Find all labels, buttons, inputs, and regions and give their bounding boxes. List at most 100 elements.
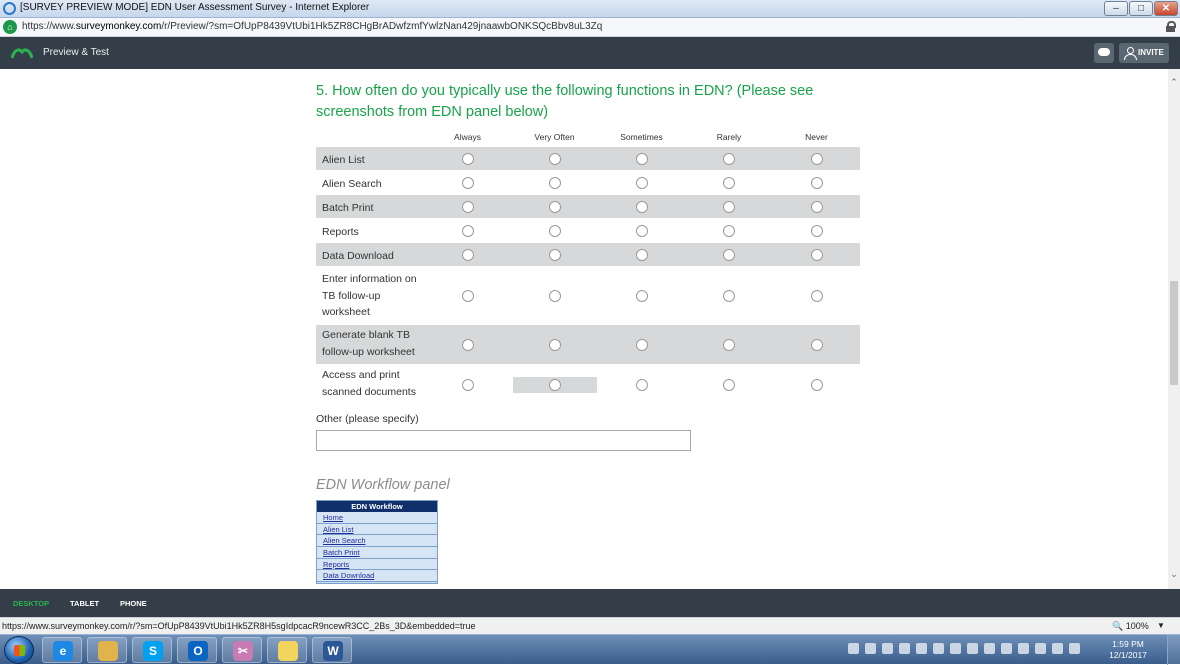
radio-always[interactable] [461, 176, 474, 189]
radio-rarely[interactable] [723, 152, 735, 165]
close-button[interactable]: ✕ [1154, 1, 1178, 16]
radio-very-often[interactable] [548, 200, 561, 213]
address-url[interactable]: https://www.surveymonkey.com/r/Preview/?… [22, 21, 602, 32]
flag-icon[interactable] [950, 643, 961, 654]
matrix-row: Batch Print [316, 195, 860, 218]
radio-very-often[interactable] [548, 224, 561, 237]
taskbar-skype-button[interactable]: S [132, 637, 172, 663]
radio-always[interactable] [461, 224, 474, 237]
radio-sometimes[interactable] [635, 200, 648, 213]
matrix-row-label: Generate blank TB follow-up worksheet [322, 329, 415, 358]
radio-rarely[interactable] [723, 378, 735, 391]
clock-time: 1:59 PM [1112, 639, 1144, 649]
taskbar-outlook-button[interactable]: O [177, 637, 217, 663]
display-icon[interactable] [967, 643, 978, 654]
radio-rarely[interactable] [723, 289, 735, 302]
radio-never[interactable] [810, 200, 823, 213]
matrix-column-headers: Always Very Often Sometimes Rarely Never [424, 132, 860, 144]
scrollbar-thumb[interactable] [1170, 281, 1178, 385]
radio-always[interactable] [461, 200, 474, 213]
radio-sometimes[interactable] [635, 338, 648, 351]
volume-icon[interactable] [899, 643, 910, 654]
column-header-never: Never [805, 132, 828, 142]
device-tab-phone[interactable]: PHONE [120, 599, 147, 608]
radio-never[interactable] [810, 152, 823, 165]
radio-very-often[interactable] [548, 248, 561, 261]
scroll-down-icon[interactable]: ⌄ [1170, 569, 1178, 579]
radio-sometimes[interactable] [635, 152, 648, 165]
radio-very-often[interactable] [548, 289, 561, 302]
radio-always[interactable] [461, 378, 474, 391]
lock-tray-icon[interactable] [1018, 643, 1029, 654]
radio-very-often[interactable] [548, 338, 561, 351]
power-icon[interactable] [1052, 643, 1063, 654]
taskbar-sticky-notes-button[interactable] [267, 637, 307, 663]
workflow-panel-header: EDN Workflow [317, 501, 437, 512]
radio-sometimes[interactable] [635, 289, 648, 302]
radio-always[interactable] [461, 248, 474, 261]
radio-always[interactable] [461, 338, 474, 351]
radio-never[interactable] [810, 289, 823, 302]
matrix-row-label: Alien Search [322, 178, 382, 190]
bluetooth-icon[interactable] [933, 643, 944, 654]
monitor-icon[interactable] [1001, 643, 1012, 654]
radio-always[interactable] [461, 152, 474, 165]
radio-very-often[interactable] [548, 378, 561, 391]
scroll-up-icon[interactable]: ⌃ [1170, 77, 1178, 87]
taskbar-internet-explorer-button[interactable]: e [42, 637, 82, 663]
radio-very-often[interactable] [548, 176, 561, 189]
matrix-row: Alien Search [316, 171, 860, 194]
antivirus-icon[interactable] [848, 643, 859, 654]
internet-explorer-icon: e [53, 641, 73, 661]
taskbar-snipping-tool-button[interactable]: ✂ [222, 637, 262, 663]
matrix-row: Generate blank TB follow-up worksheet [316, 325, 860, 364]
radio-sometimes[interactable] [635, 378, 648, 391]
signal-icon[interactable] [1069, 643, 1080, 654]
radio-never[interactable] [810, 224, 823, 237]
taskbar-clock[interactable]: 1:59 PM 12/1/2017 [1104, 639, 1152, 661]
radio-rarely[interactable] [723, 200, 735, 213]
matrix-row: Alien List [316, 147, 860, 170]
start-button[interactable] [4, 636, 34, 664]
address-bar[interactable]: ⌂ https://www.surveymonkey.com/r/Preview… [0, 18, 1180, 37]
radio-never[interactable] [810, 248, 823, 261]
radio-very-often[interactable] [548, 152, 561, 165]
taskbar-file-explorer-button[interactable] [87, 637, 127, 663]
invite-button[interactable]: INVITE [1119, 43, 1169, 63]
skype-tray-icon[interactable] [882, 643, 893, 654]
radio-always[interactable] [461, 289, 474, 302]
column-header-always: Always [454, 132, 481, 142]
taskbar-word-button[interactable]: W [312, 637, 352, 663]
matrix-row: Enter information on TB follow-up worksh… [316, 267, 860, 324]
matrix-row-label: Data Download [322, 250, 394, 262]
device-tab-tablet[interactable]: TABLET [70, 599, 99, 608]
zoom-level[interactable]: 🔍 100% [1112, 621, 1149, 632]
radio-never[interactable] [810, 176, 823, 189]
user-icon [1124, 47, 1137, 60]
preview-test-label[interactable]: Preview & Test [43, 47, 109, 58]
radio-rarely[interactable] [723, 176, 735, 189]
radio-never[interactable] [810, 338, 823, 351]
network-icon[interactable] [1035, 643, 1046, 654]
radio-never[interactable] [810, 378, 823, 391]
vertical-scrollbar[interactable]: ⌃ ⌄ [1168, 69, 1180, 589]
show-desktop-button[interactable] [1167, 635, 1180, 665]
radio-sometimes[interactable] [635, 176, 648, 189]
radio-sometimes[interactable] [635, 248, 648, 261]
zoom-dropdown-icon[interactable]: ▼ [1157, 621, 1165, 630]
device-tab-desktop[interactable]: DESKTOP [13, 599, 49, 608]
security-icon[interactable] [984, 643, 995, 654]
radio-rarely[interactable] [723, 224, 735, 237]
maximize-button[interactable]: □ [1129, 1, 1153, 16]
minimize-button[interactable]: – [1104, 1, 1128, 16]
question-title: 5. How often do you typically use the fo… [316, 83, 814, 120]
sync-icon[interactable] [916, 643, 927, 654]
other-input[interactable] [316, 430, 691, 451]
radio-rarely[interactable] [723, 338, 735, 351]
comment-icon[interactable] [1094, 43, 1114, 63]
lock-icon[interactable] [1166, 21, 1176, 32]
radio-sometimes[interactable] [635, 224, 648, 237]
radio-rarely[interactable] [723, 248, 735, 261]
outlook-tray-icon[interactable] [865, 643, 876, 654]
device-preview-bar: DESKTOP TABLET PHONE [0, 589, 1180, 617]
